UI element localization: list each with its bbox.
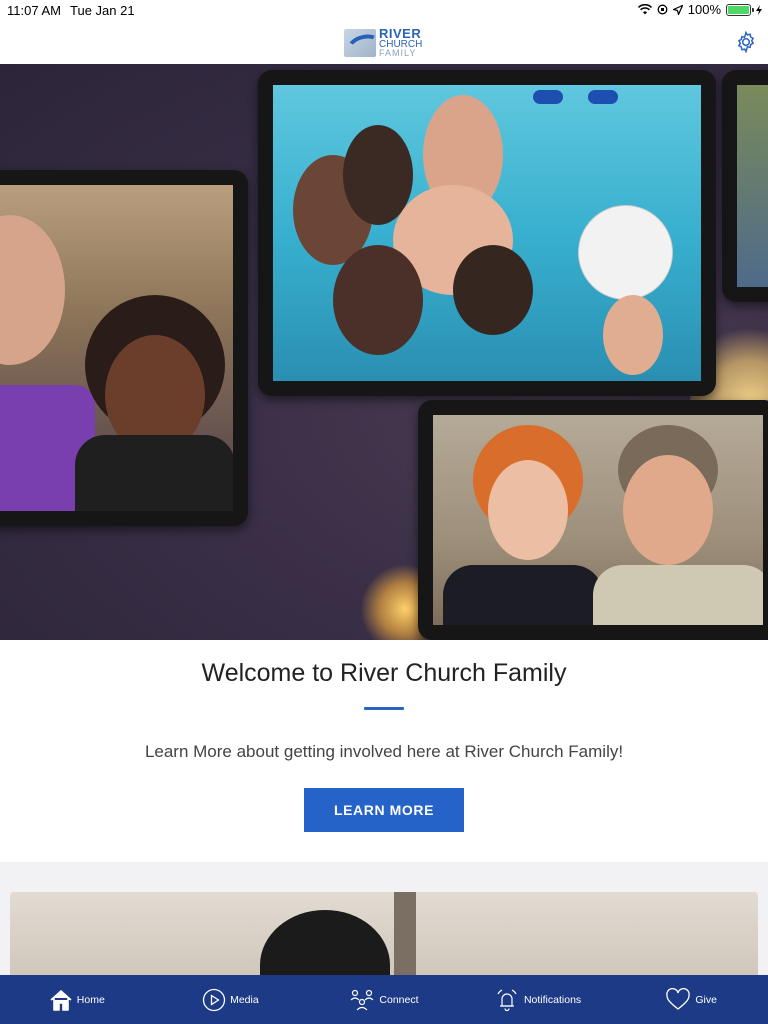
card-image-camera	[260, 910, 390, 982]
photo-frame-two-people	[0, 170, 248, 526]
tab-connect[interactable]: Connect	[307, 975, 461, 1024]
media-card-preview[interactable]	[10, 892, 758, 982]
top-nav-bar: RIVER CHURCH FAMILY	[0, 20, 768, 64]
heart-icon	[666, 987, 691, 1010]
tab-media[interactable]: Media	[154, 975, 308, 1024]
status-date: Tue Jan 21	[70, 3, 135, 18]
welcome-description: Learn More about getting involved here a…	[144, 742, 624, 761]
play-icon	[202, 988, 226, 1011]
tab-home[interactable]: Home	[0, 975, 154, 1024]
people-icon	[350, 989, 374, 1010]
charging-icon	[756, 4, 762, 15]
status-bar: 11:07 AM Tue Jan 21 100%	[0, 0, 768, 20]
location-icon	[672, 4, 683, 15]
settings-gear-icon[interactable]	[734, 30, 758, 54]
battery-icon	[726, 3, 754, 16]
hero-photo-collage	[0, 64, 768, 640]
battery-percent: 100%	[687, 2, 721, 17]
welcome-title: Welcome to River Church Family	[201, 659, 567, 687]
tab-label-home: Home	[76, 993, 105, 1006]
church-logo[interactable]: RIVER CHURCH FAMILY	[344, 27, 422, 58]
card-image-detail	[394, 892, 416, 982]
tab-label-connect: Connect	[379, 993, 419, 1006]
home-icon	[50, 989, 72, 1011]
bottom-tab-bar: Home Media Connect Notifications Give	[0, 975, 768, 1024]
tab-notifications[interactable]: Notifications	[461, 975, 615, 1024]
tab-label-media: Media	[230, 993, 259, 1006]
status-indicators: 100%	[637, 2, 762, 17]
orientation-lock-icon	[657, 4, 668, 15]
logo-text-family: FAMILY	[379, 48, 417, 58]
tab-give[interactable]: Give	[614, 975, 768, 1024]
logo-mark-icon	[344, 29, 376, 57]
photo-frame-pool-kids	[258, 70, 716, 396]
bell-icon	[497, 988, 517, 1011]
photo-frame-partial	[722, 70, 768, 302]
title-divider	[364, 707, 404, 710]
status-time: 11:07 AM	[7, 3, 61, 18]
learn-more-button[interactable]: LEARN MORE	[304, 788, 464, 832]
welcome-card: Welcome to River Church Family Learn Mor…	[0, 640, 768, 862]
wifi-icon	[637, 4, 652, 15]
photo-frame-couple	[418, 400, 768, 640]
tab-label-notifications: Notifications	[523, 993, 582, 1006]
tab-label-give: Give	[695, 993, 717, 1006]
